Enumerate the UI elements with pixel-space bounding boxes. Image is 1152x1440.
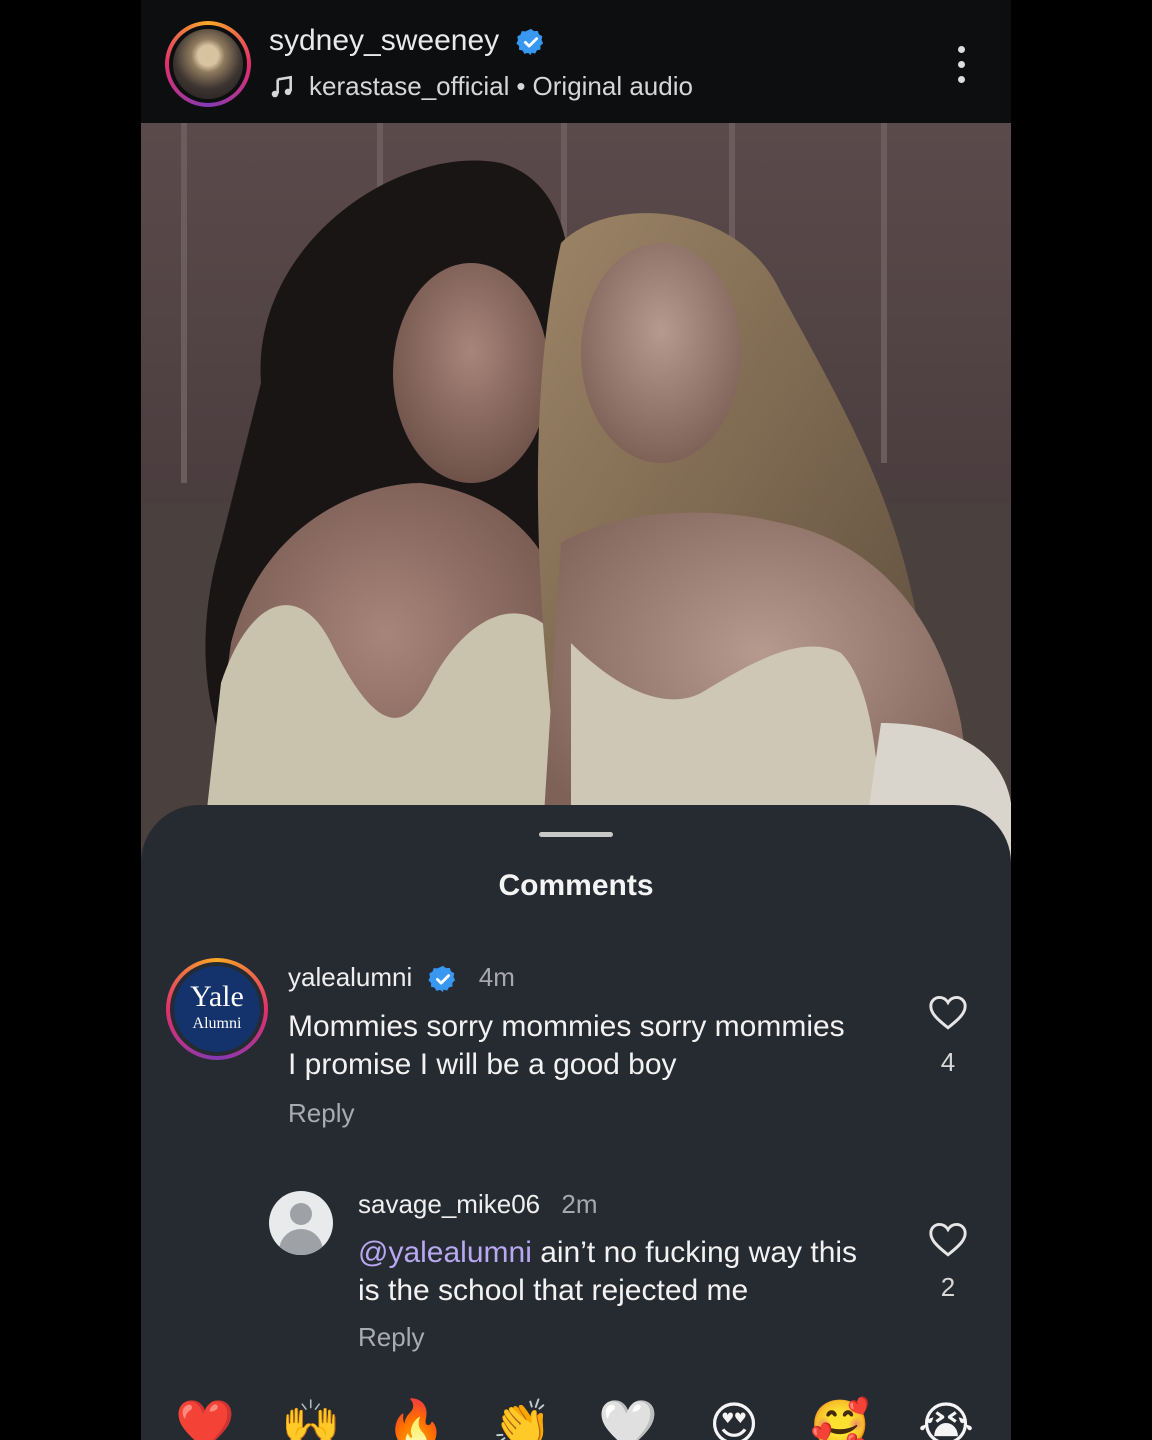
- audio-separator: •: [516, 71, 526, 101]
- comment-text: Mommies sorry mommies sorry mommies I pr…: [288, 1010, 845, 1081]
- comment-meta: yalealumni 4m: [288, 962, 515, 994]
- verified-badge-icon: [427, 966, 455, 993]
- mention-link[interactable]: @yalealumni: [358, 1236, 532, 1269]
- red-heart-emoji-icon[interactable]: ❤️: [175, 1395, 235, 1440]
- like-heart-icon[interactable]: [928, 995, 968, 1031]
- comments-sheet: Comments Yale Alumni yalealumni 4m Mommi…: [141, 805, 1011, 1440]
- author-username-row[interactable]: sydney_sweeney: [269, 24, 546, 58]
- comment-username[interactable]: savage_mike06: [358, 1189, 540, 1219]
- more-options-icon[interactable]: [949, 44, 973, 86]
- verified-badge-icon: [515, 28, 543, 56]
- comment-time: 2m: [561, 1189, 598, 1219]
- white-heart-emoji-icon[interactable]: 🤍: [598, 1395, 658, 1440]
- comments-title: Comments: [498, 869, 654, 902]
- reply-button[interactable]: Reply: [288, 1098, 354, 1129]
- author-username[interactable]: sydney_sweeney: [269, 24, 499, 57]
- default-avatar-icon[interactable]: [269, 1191, 333, 1255]
- post-photo[interactable]: [141, 123, 1011, 863]
- smiling-face-with-hearts-emoji-icon[interactable]: 🥰: [810, 1395, 870, 1440]
- audio-label[interactable]: Original audio: [533, 71, 693, 102]
- sheet-drag-handle[interactable]: [539, 832, 613, 837]
- post-photo-image: [141, 123, 1011, 863]
- heart-eyes-emoji-icon[interactable]: 😍: [704, 1395, 764, 1440]
- author-avatar[interactable]: [165, 21, 251, 107]
- audio-account[interactable]: kerastase_official: [309, 71, 509, 102]
- audio-row[interactable]: kerastase_official • Original audio: [269, 71, 693, 102]
- author-avatar-photo: [173, 29, 243, 99]
- fire-emoji-icon[interactable]: 🔥: [386, 1395, 446, 1440]
- yale-alumni-logo: Yale Alumni: [174, 966, 260, 1052]
- raising-hands-emoji-icon[interactable]: 🙌: [281, 1395, 341, 1440]
- music-note-icon: [271, 75, 292, 97]
- like-heart-icon[interactable]: [928, 1222, 968, 1258]
- clapping-hands-emoji-icon[interactable]: 👏: [492, 1395, 552, 1440]
- phone-screen: sydney_sweeney kerastase_official • Orig…: [141, 0, 1011, 1440]
- comment-meta: savage_mike06 2m: [358, 1189, 597, 1220]
- comment-text: @yalealumni ain’t no fucking way this is…: [358, 1236, 858, 1307]
- quick-reaction-bar: ❤️ 🙌 🔥 👏 🤍 😍 🥰 😭: [141, 1395, 1011, 1440]
- like-count: 2: [940, 1272, 956, 1302]
- commenter-avatar[interactable]: Yale Alumni: [166, 958, 268, 1060]
- comment-username[interactable]: yalealumni: [288, 962, 412, 992]
- post-header: sydney_sweeney kerastase_official • Orig…: [141, 0, 1011, 123]
- like-count: 4: [940, 1047, 956, 1077]
- loudly-crying-face-emoji-icon[interactable]: 😭: [916, 1395, 976, 1440]
- reply-button[interactable]: Reply: [358, 1322, 424, 1353]
- comment-time: 4m: [478, 962, 515, 992]
